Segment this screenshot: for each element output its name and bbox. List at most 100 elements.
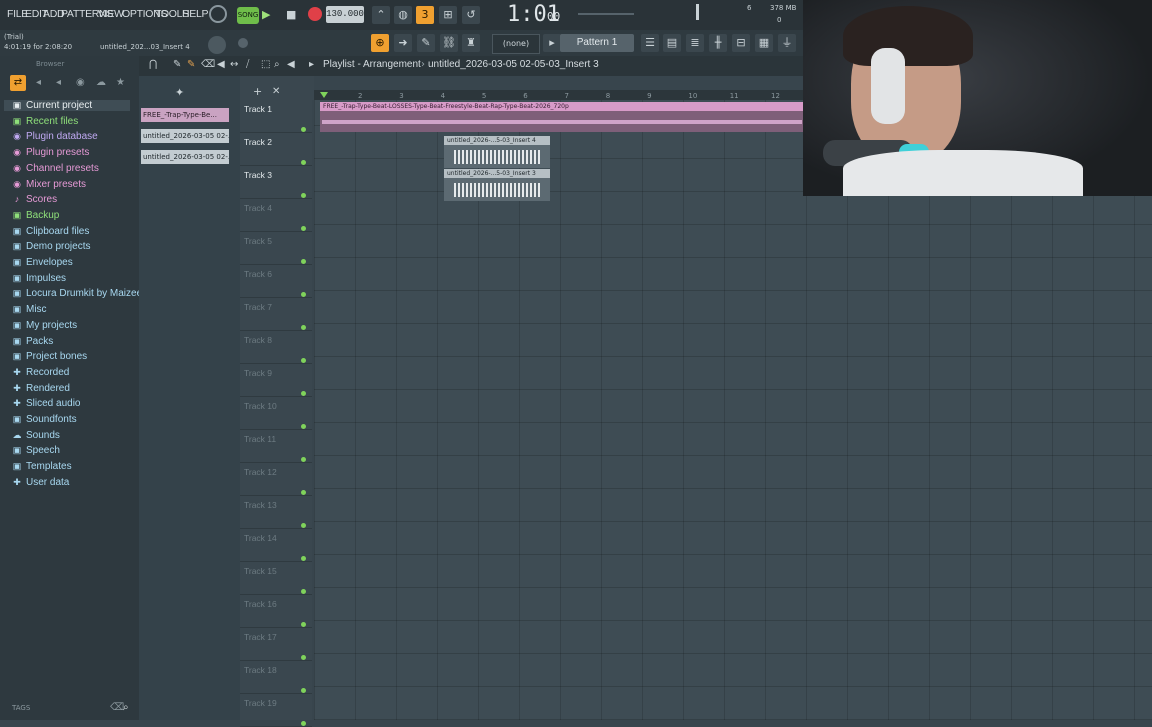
audio-clip-beat[interactable]: FREE_-Trap-Type-Beat-LOSSES-Type-Beat-Fr… <box>320 102 804 132</box>
channel-rack-icon[interactable]: ≣ <box>686 34 704 52</box>
track-header[interactable]: Track 16 <box>240 595 312 628</box>
master-pitch-knob[interactable] <box>208 36 226 54</box>
browser-item[interactable]: ♪ Scores <box>12 194 57 205</box>
track-mute-led-icon[interactable] <box>301 523 306 528</box>
track-mute-led-icon[interactable] <box>301 490 306 495</box>
browser-item[interactable]: ◉ Plugin presets <box>12 147 89 158</box>
browser-item[interactable]: ▣ Recent files <box>12 116 79 127</box>
pencil-tool-icon[interactable]: ✎ <box>417 34 435 52</box>
track-header[interactable]: Track 18 <box>240 661 312 694</box>
stamp-tool-icon[interactable]: ♜ <box>462 34 480 52</box>
audio-clip-insert-4[interactable]: untitled_2026-...5-03_Insert 4 <box>444 136 550 168</box>
track-mute-led-icon[interactable] <box>301 424 306 429</box>
piano-roll-icon[interactable]: ▤ <box>663 34 681 52</box>
wait-input-icon[interactable]: ◍ <box>394 6 412 24</box>
browser-item[interactable]: ▣ Locura Drumkit by Maizeeno <box>12 288 154 299</box>
track-header[interactable]: Track 17 <box>240 628 312 661</box>
browser-item[interactable]: ✚ Sliced audio <box>12 398 80 409</box>
browser-item[interactable]: ▣ Soundfonts <box>12 414 77 425</box>
browser-item[interactable]: ▣ Speech <box>12 445 60 456</box>
playlist-pencil-icon[interactable]: ✎ <box>173 59 181 70</box>
browser-item[interactable]: ✚ Rendered <box>12 383 70 394</box>
close-track-icon[interactable]: ✕ <box>272 86 280 97</box>
picker-item-audio-1[interactable]: FREE_-Trap-Type-Be... <box>141 108 229 122</box>
link-tool-icon[interactable]: ⛓ <box>440 34 458 52</box>
stop-icon[interactable]: ■ <box>286 8 300 22</box>
playlist-mute-icon[interactable]: ◀ <box>217 59 225 70</box>
snap-select[interactable]: (none) <box>492 34 540 54</box>
track-mute-led-icon[interactable] <box>301 457 306 462</box>
browser-item[interactable]: ▣ My projects <box>12 320 77 331</box>
tempo-knob-icon[interactable] <box>209 5 227 23</box>
pattern-select[interactable]: Pattern 1 <box>560 34 634 52</box>
playlist-magnet-icon[interactable]: ⋂ <box>149 59 157 70</box>
browser-star-icon[interactable]: ★ <box>116 77 125 88</box>
track-header[interactable]: Track 4 <box>240 199 312 232</box>
metronome-icon[interactable]: ⌃ <box>372 6 390 24</box>
playlist-slice-icon[interactable]: ⧸ <box>246 59 249 70</box>
browser-item[interactable]: ▣ Backup <box>12 210 60 221</box>
track-header[interactable]: Track 3 <box>240 166 312 199</box>
plugin-picker-icon[interactable]: ▦ <box>755 34 773 52</box>
browser-item[interactable]: ▣ Misc <box>12 304 47 315</box>
track-mute-led-icon[interactable] <box>301 391 306 396</box>
track-header[interactable]: Track 14 <box>240 529 312 562</box>
track-mute-led-icon[interactable] <box>301 589 306 594</box>
master-volume-slider[interactable] <box>578 13 634 15</box>
track-header[interactable]: Track 6 <box>240 265 312 298</box>
browser-item[interactable]: ◉ Plugin database <box>12 131 98 142</box>
track-header[interactable]: Track 19 <box>240 694 312 727</box>
browser-forward-icon[interactable]: ◂ <box>56 77 61 88</box>
browser-item[interactable]: ▣ Packs <box>12 336 54 347</box>
loop-record-icon[interactable]: ↺ <box>462 6 480 24</box>
countdown-icon[interactable]: 3 <box>416 6 434 24</box>
track-header[interactable]: Track 13 <box>240 496 312 529</box>
track-mute-led-icon[interactable] <box>301 655 306 660</box>
track-header[interactable]: Track 2 <box>240 133 312 166</box>
track-mute-led-icon[interactable] <box>301 622 306 627</box>
browser-item[interactable]: ◉ Channel presets <box>12 163 99 174</box>
tempo-display[interactable]: 130.000 <box>326 6 364 23</box>
track-header[interactable]: Track 15 <box>240 562 312 595</box>
browser-item[interactable]: ▣ Templates <box>12 461 72 472</box>
track-header[interactable]: Track 8 <box>240 331 312 364</box>
browser-view-toggle[interactable]: ⇄ <box>10 75 26 91</box>
pattern-prev-icon[interactable]: ▸ <box>543 34 561 52</box>
main-volume-knob[interactable] <box>238 38 248 48</box>
song-mode-toggle[interactable]: SONG <box>237 7 259 24</box>
playlist-zoom-icon[interactable]: ⌕ <box>274 59 280 70</box>
track-mute-led-icon[interactable] <box>301 292 306 297</box>
tags-label[interactable]: TAGS <box>12 704 30 712</box>
play-icon[interactable]: ▶ <box>262 8 276 22</box>
track-mute-led-icon[interactable] <box>301 193 306 198</box>
browser-cloud-icon[interactable]: ☁ <box>96 77 106 88</box>
plug-icon[interactable]: ⏚ <box>778 34 796 52</box>
mixer-icon[interactable]: ╫ <box>709 34 727 52</box>
browser-item[interactable]: ▣ Impulses <box>12 273 66 284</box>
browser-item[interactable]: ▣ Project bones <box>12 351 87 362</box>
track-mute-led-icon[interactable] <box>301 688 306 693</box>
search-icon[interactable]: ⌕ <box>123 702 129 713</box>
browser-item[interactable]: ✚ Recorded <box>12 367 69 378</box>
track-mute-led-icon[interactable] <box>301 127 306 132</box>
track-header[interactable]: Track 9 <box>240 364 312 397</box>
track-header[interactable]: Track 1 <box>240 100 312 133</box>
picker-item-audio-3[interactable]: untitled_2026-03-05 02-... <box>141 150 229 164</box>
track-header[interactable]: Track 12 <box>240 463 312 496</box>
track-header[interactable]: Track 7 <box>240 298 312 331</box>
track-header[interactable]: Track 11 <box>240 430 312 463</box>
playlist-paint-icon[interactable]: ✎ <box>187 59 195 70</box>
browser-item[interactable]: ▣ Clipboard files <box>12 226 90 237</box>
playlist-slip-icon[interactable]: ↔ <box>230 59 238 70</box>
browser-item[interactable]: ▣ Envelopes <box>12 257 73 268</box>
track-header[interactable]: Track 10 <box>240 397 312 430</box>
browser-item[interactable]: ☁ Sounds <box>12 430 60 441</box>
browser-back-icon[interactable]: ◂ <box>36 77 41 88</box>
add-track-icon[interactable]: + <box>253 85 262 98</box>
playlist-playback-icon[interactable]: ◀ <box>287 59 295 70</box>
track-mute-led-icon[interactable] <box>301 358 306 363</box>
browser-sort-icon[interactable]: ◉ <box>76 77 85 88</box>
playlist-arrow-icon[interactable]: ▸ <box>309 59 314 70</box>
playlist-delete-icon[interactable]: ⌫ <box>201 59 215 70</box>
browser-item[interactable]: ✚ User data <box>12 477 69 488</box>
